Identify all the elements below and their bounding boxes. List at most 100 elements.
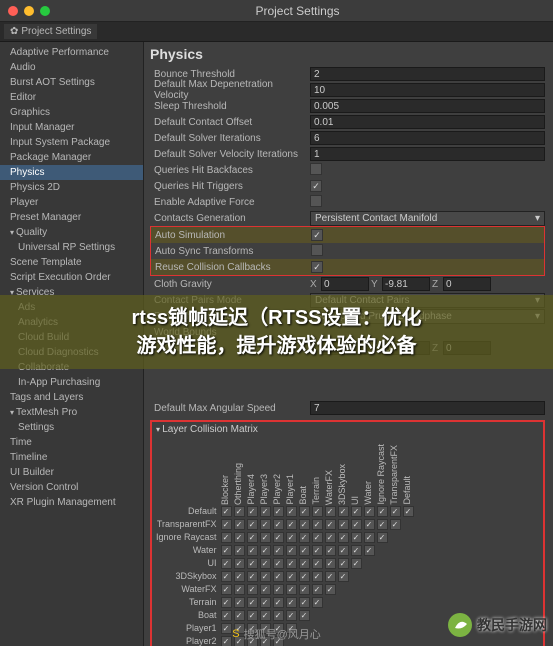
matrix-checkbox[interactable]: ✓	[221, 506, 232, 517]
checkbox[interactable]	[310, 195, 322, 207]
matrix-checkbox[interactable]: ✓	[286, 584, 297, 595]
checkbox[interactable]: ✓	[310, 180, 322, 192]
matrix-checkbox[interactable]: ✓	[312, 571, 323, 582]
matrix-checkbox[interactable]: ✓	[364, 545, 375, 556]
sidebar-item[interactable]: XR Plugin Management	[0, 495, 143, 510]
matrix-checkbox[interactable]: ✓	[234, 610, 245, 621]
matrix-checkbox[interactable]: ✓	[312, 558, 323, 569]
matrix-checkbox[interactable]: ✓	[286, 532, 297, 543]
matrix-checkbox[interactable]: ✓	[273, 558, 284, 569]
number-field[interactable]	[310, 147, 545, 161]
matrix-checkbox[interactable]: ✓	[234, 571, 245, 582]
matrix-checkbox[interactable]: ✓	[325, 532, 336, 543]
cloth-gravity-x[interactable]	[321, 277, 369, 291]
sidebar-item[interactable]: Burst AOT Settings	[0, 75, 143, 90]
matrix-checkbox[interactable]: ✓	[221, 597, 232, 608]
matrix-checkbox[interactable]: ✓	[390, 506, 401, 517]
matrix-checkbox[interactable]: ✓	[247, 519, 258, 530]
minimize-icon[interactable]	[24, 6, 34, 16]
matrix-checkbox[interactable]: ✓	[221, 636, 232, 646]
sidebar-item[interactable]: Graphics	[0, 105, 143, 120]
matrix-checkbox[interactable]: ✓	[299, 506, 310, 517]
matrix-checkbox[interactable]: ✓	[286, 597, 297, 608]
matrix-checkbox[interactable]: ✓	[234, 545, 245, 556]
matrix-checkbox[interactable]: ✓	[338, 558, 349, 569]
matrix-checkbox[interactable]: ✓	[260, 532, 271, 543]
matrix-checkbox[interactable]: ✓	[247, 597, 258, 608]
matrix-checkbox[interactable]: ✓	[312, 597, 323, 608]
matrix-checkbox[interactable]: ✓	[234, 558, 245, 569]
close-icon[interactable]	[8, 6, 18, 16]
sidebar-item[interactable]: Physics	[0, 165, 143, 180]
matrix-checkbox[interactable]: ✓	[325, 558, 336, 569]
matrix-checkbox[interactable]: ✓	[351, 519, 362, 530]
matrix-checkbox[interactable]: ✓	[351, 545, 362, 556]
matrix-checkbox[interactable]: ✓	[247, 610, 258, 621]
sidebar-item[interactable]: Scene Template	[0, 255, 143, 270]
matrix-checkbox[interactable]: ✓	[221, 623, 232, 634]
matrix-checkbox[interactable]: ✓	[403, 506, 414, 517]
matrix-checkbox[interactable]: ✓	[273, 584, 284, 595]
matrix-checkbox[interactable]: ✓	[338, 506, 349, 517]
matrix-checkbox[interactable]: ✓	[299, 545, 310, 556]
matrix-checkbox[interactable]: ✓	[221, 519, 232, 530]
matrix-checkbox[interactable]: ✓	[221, 558, 232, 569]
matrix-checkbox[interactable]: ✓	[260, 558, 271, 569]
sidebar-item[interactable]: In-App Purchasing	[0, 375, 143, 390]
sidebar-item[interactable]: Editor	[0, 90, 143, 105]
matrix-checkbox[interactable]: ✓	[247, 571, 258, 582]
sidebar-item[interactable]: Quality	[0, 225, 143, 240]
matrix-checkbox[interactable]: ✓	[351, 558, 362, 569]
number-field[interactable]	[310, 99, 545, 113]
matrix-checkbox[interactable]: ✓	[260, 519, 271, 530]
matrix-checkbox[interactable]: ✓	[273, 532, 284, 543]
matrix-checkbox[interactable]: ✓	[286, 558, 297, 569]
matrix-checkbox[interactable]: ✓	[390, 519, 401, 530]
matrix-checkbox[interactable]: ✓	[221, 584, 232, 595]
matrix-checkbox[interactable]: ✓	[299, 519, 310, 530]
matrix-checkbox[interactable]: ✓	[364, 519, 375, 530]
number-field[interactable]	[310, 115, 545, 129]
matrix-checkbox[interactable]: ✓	[221, 571, 232, 582]
sidebar-item[interactable]: Script Execution Order	[0, 270, 143, 285]
sidebar-item[interactable]: Input System Package	[0, 135, 143, 150]
matrix-checkbox[interactable]: ✓	[338, 519, 349, 530]
matrix-checkbox[interactable]: ✓	[312, 519, 323, 530]
matrix-checkbox[interactable]: ✓	[260, 610, 271, 621]
matrix-checkbox[interactable]: ✓	[273, 506, 284, 517]
sidebar-item[interactable]: Settings	[0, 420, 143, 435]
matrix-checkbox[interactable]: ✓	[260, 545, 271, 556]
matrix-checkbox[interactable]: ✓	[312, 506, 323, 517]
matrix-checkbox[interactable]: ✓	[286, 519, 297, 530]
matrix-checkbox[interactable]: ✓	[286, 571, 297, 582]
matrix-checkbox[interactable]: ✓	[299, 571, 310, 582]
matrix-checkbox[interactable]: ✓	[312, 545, 323, 556]
matrix-checkbox[interactable]: ✓	[299, 584, 310, 595]
matrix-checkbox[interactable]: ✓	[325, 584, 336, 595]
matrix-checkbox[interactable]: ✓	[364, 532, 375, 543]
matrix-checkbox[interactable]: ✓	[286, 506, 297, 517]
sidebar-item[interactable]: Preset Manager	[0, 210, 143, 225]
matrix-checkbox[interactable]: ✓	[221, 610, 232, 621]
matrix-checkbox[interactable]: ✓	[273, 597, 284, 608]
matrix-checkbox[interactable]: ✓	[299, 558, 310, 569]
matrix-checkbox[interactable]: ✓	[260, 584, 271, 595]
sidebar-item[interactable]: Time	[0, 435, 143, 450]
matrix-checkbox[interactable]: ✓	[247, 584, 258, 595]
matrix-checkbox[interactable]: ✓	[234, 532, 245, 543]
matrix-checkbox[interactable]: ✓	[299, 610, 310, 621]
matrix-title[interactable]: Layer Collision Matrix	[156, 424, 539, 435]
number-field[interactable]	[310, 83, 545, 97]
matrix-checkbox[interactable]: ✓	[312, 532, 323, 543]
matrix-checkbox[interactable]: ✓	[260, 571, 271, 582]
matrix-checkbox[interactable]: ✓	[312, 584, 323, 595]
sidebar-item[interactable]: UI Builder	[0, 465, 143, 480]
sidebar-item[interactable]: Player	[0, 195, 143, 210]
sidebar-item[interactable]: Adaptive Performance	[0, 45, 143, 60]
matrix-checkbox[interactable]: ✓	[247, 532, 258, 543]
number-field[interactable]	[310, 67, 545, 81]
matrix-checkbox[interactable]: ✓	[286, 610, 297, 621]
matrix-checkbox[interactable]: ✓	[338, 571, 349, 582]
contacts-generation-dropdown[interactable]: Persistent Contact Manifold▾	[310, 211, 545, 226]
sidebar-item[interactable]: Input Manager	[0, 120, 143, 135]
